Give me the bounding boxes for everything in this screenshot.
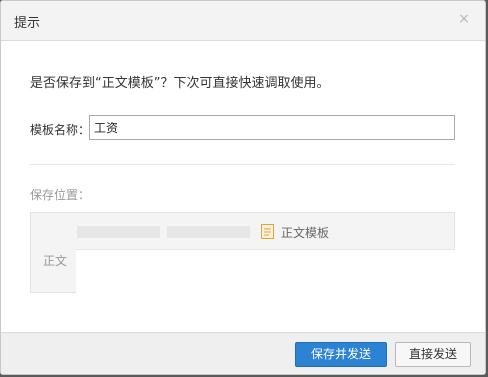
save-location-label: 保存位置： [30, 188, 91, 202]
dialog-footer: 保存并发送 直接发送 [1, 332, 485, 374]
send-directly-button[interactable]: 直接发送 [395, 342, 471, 367]
breadcrumb-placeholder [167, 226, 250, 238]
close-icon[interactable]: × [457, 12, 471, 26]
document-icon [261, 224, 274, 239]
template-name-input[interactable] [89, 115, 455, 140]
dialog-titlebar: 提示 × [1, 1, 485, 41]
folder-name[interactable]: 正文模板 [281, 224, 329, 241]
save-template-dialog: 提示 × 是否保存到“正文模板”？下次可直接快速调取使用。 模板名称： 保存位置… [0, 0, 486, 375]
template-name-label: 模板名称： [30, 123, 91, 137]
breadcrumb-placeholder [77, 226, 160, 238]
body-label: 正文 [43, 254, 68, 268]
body-location-area [76, 249, 455, 293]
save-and-send-button[interactable]: 保存并发送 [295, 342, 387, 367]
save-prompt-text: 是否保存到“正文模板”？下次可直接快速调取使用。 [30, 76, 330, 91]
save-location-box: 正文模板 正文 [30, 212, 455, 293]
dialog-title: 提示 [14, 16, 41, 31]
divider [30, 164, 455, 165]
